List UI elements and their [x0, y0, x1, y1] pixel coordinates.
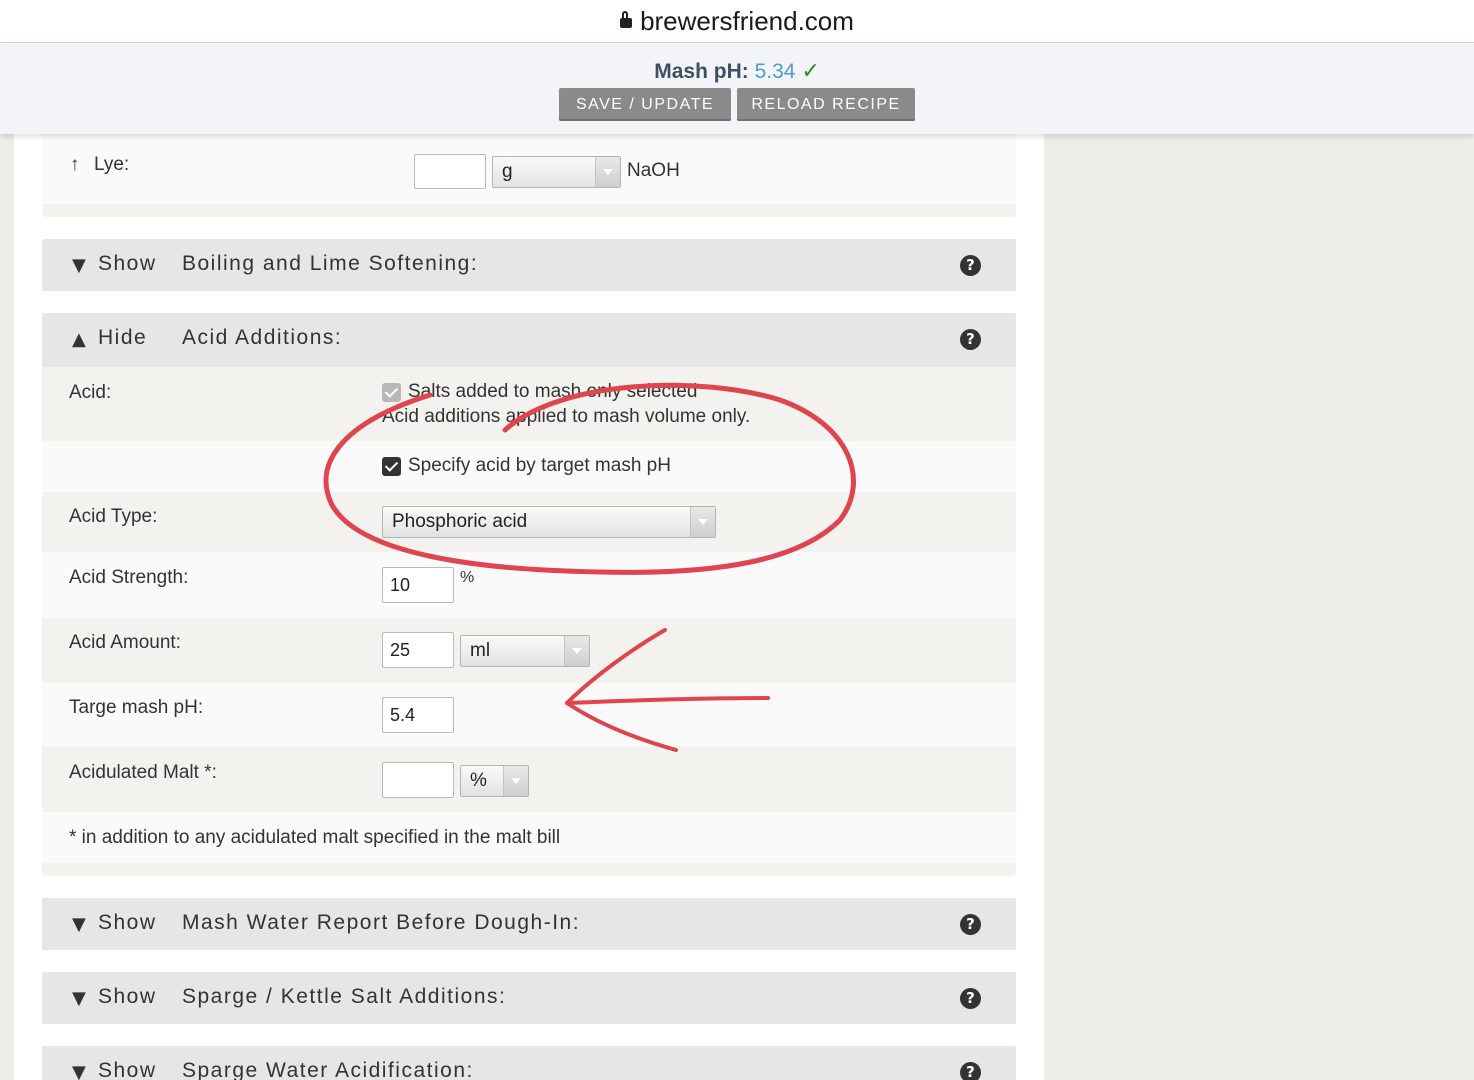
triangle-down-icon: ▼ [72, 1062, 86, 1080]
sparge-acid-toggle[interactable]: Show [98, 1059, 157, 1080]
salts-mash-checkbox [382, 383, 401, 402]
browser-url-bar[interactable]: brewersfriend.com [0, 0, 1474, 43]
lye-section-bottom [42, 204, 1016, 217]
acid-type-select[interactable]: Phosphoric acid [382, 506, 716, 538]
specify-acid-checkbox[interactable] [382, 457, 401, 476]
acid-amount-unit-select[interactable]: ml [460, 635, 590, 667]
arrow-up-icon: ↑ [70, 154, 80, 175]
boiling-title: Boiling and Lime Softening: [182, 252, 479, 275]
specify-acid-label[interactable]: Specify acid by target mash pH [408, 455, 671, 477]
acid-section-header[interactable]: ▲ Hide Acid Additions: ? [42, 313, 1016, 367]
chevron-down-icon [564, 636, 589, 666]
check-icon: ✓ [801, 58, 820, 83]
save-update-button[interactable]: SAVE / UPDATE [559, 88, 731, 121]
triangle-down-icon: ▼ [72, 255, 86, 276]
acid-label: Acid: [69, 382, 112, 403]
triangle-down-icon: ▼ [72, 914, 86, 935]
question-circle-icon[interactable]: ? [960, 255, 981, 276]
url-domain[interactable]: brewersfriend.com [640, 6, 854, 37]
acidulated-malt-label: Acidulated Malt *: [69, 762, 217, 783]
acidulated-malt-input[interactable] [382, 762, 454, 798]
target-ph-label: Targe mash pH: [69, 697, 204, 718]
question-circle-icon[interactable]: ? [960, 988, 981, 1009]
boiling-section-header[interactable]: ▼ Show Boiling and Lime Softening: ? [42, 239, 1016, 291]
question-circle-icon[interactable]: ? [960, 914, 981, 935]
question-circle-icon[interactable]: ? [960, 329, 981, 350]
lye-label: Lye: [94, 154, 130, 175]
acidulated-malt-unit-select[interactable]: % [460, 765, 529, 797]
mash-ph-value: 5.34 [754, 60, 796, 83]
acid-toggle[interactable]: Hide [98, 326, 147, 350]
acid-section-bottom [42, 863, 1016, 876]
acid-volume-note: Acid additions applied to mash volume on… [382, 406, 751, 427]
sparge-salt-section-header[interactable]: ▼ Show Sparge / Kettle Salt Additions: ? [42, 972, 1016, 1024]
question-circle-icon[interactable]: ? [960, 1062, 981, 1080]
salts-mash-label: Salts added to mash only selected [408, 381, 698, 402]
acidulated-malt-unit-value: % [470, 770, 487, 791]
triangle-down-icon: ▼ [72, 988, 86, 1009]
mash-report-title: Mash Water Report Before Dough-In: [182, 911, 581, 934]
lye-suffix: NaOH [627, 160, 680, 181]
mash-ph-label: Mash pH: [654, 60, 749, 83]
chevron-down-icon [690, 507, 715, 537]
lock-icon [620, 11, 633, 28]
target-ph-input[interactable] [382, 697, 454, 733]
mash-report-section-header[interactable]: ▼ Show Mash Water Report Before Dough-In… [42, 898, 1016, 950]
acid-amount-label: Acid Amount: [69, 632, 181, 653]
chevron-down-icon [503, 766, 528, 796]
lye-unit-select[interactable]: g [492, 156, 621, 188]
acid-strength-label: Acid Strength: [69, 567, 189, 588]
acid-footnote: * in addition to any acidulated malt spe… [69, 827, 561, 848]
mash-report-toggle[interactable]: Show [98, 911, 157, 935]
triangle-up-icon: ▲ [72, 329, 86, 350]
sparge-acid-section-header[interactable]: ▼ Show Sparge Water Acidification: ? [42, 1046, 1016, 1080]
acid-strength-unit: % [460, 569, 475, 586]
acid-amount-unit-value: ml [470, 640, 491, 661]
mash-ph-readout: Mash pH: 5.34 ✓ [0, 58, 1474, 84]
boiling-toggle[interactable]: Show [98, 252, 157, 276]
sparge-salt-title: Sparge / Kettle Salt Additions: [182, 985, 507, 1008]
lye-amount-input[interactable] [414, 154, 486, 189]
sparge-acid-title: Sparge Water Acidification: [182, 1059, 474, 1080]
acid-amount-input[interactable] [382, 632, 454, 668]
acid-type-value: Phosphoric acid [392, 511, 528, 532]
chevron-down-icon [595, 157, 620, 187]
sparge-salt-toggle[interactable]: Show [98, 985, 157, 1009]
lye-unit-value: g [502, 161, 513, 182]
acid-title: Acid Additions: [182, 326, 343, 349]
acid-strength-input[interactable] [382, 567, 454, 603]
mash-ph-bar: Mash pH: 5.34 ✓ SAVE / UPDATE RELOAD REC… [0, 43, 1474, 134]
acid-type-label: Acid Type: [69, 506, 158, 527]
acid-row [42, 367, 1016, 441]
reload-recipe-button[interactable]: RELOAD RECIPE [737, 88, 915, 121]
